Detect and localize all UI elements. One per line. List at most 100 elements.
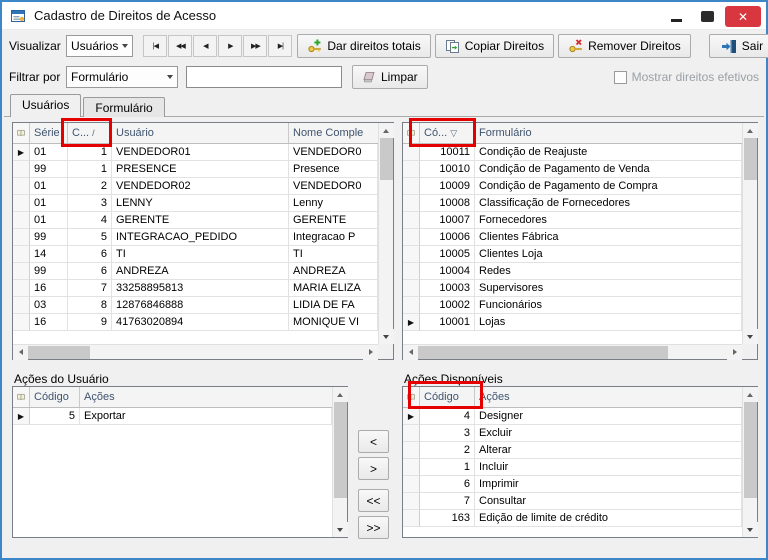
scroll-right-icon[interactable]: [727, 344, 742, 360]
user-row[interactable]: 03 8 12876846888 LIDIA DE FA: [13, 297, 378, 314]
nav-last-button[interactable]: ▶|: [268, 35, 293, 57]
limpar-button[interactable]: Limpar: [352, 65, 428, 89]
scroll-up-icon[interactable]: [332, 387, 348, 402]
copy-rights-button[interactable]: Copiar Direitos: [434, 34, 555, 58]
chevron-down-icon: [122, 44, 129, 48]
limpar-label: Limpar: [381, 70, 418, 84]
scroll-down-icon[interactable]: [742, 522, 758, 537]
horizontal-scrollbar[interactable]: [403, 344, 742, 360]
available-action-row[interactable]: 1 Incluir: [403, 459, 742, 476]
cell-codigo: 6: [68, 246, 112, 263]
toolbar: Visualizar Usuários |◀ ◀◀ ◀ ▶ ▶▶ ▶| Dar …: [2, 30, 768, 62]
nav-next-button[interactable]: ▶: [218, 35, 243, 57]
cell-codigo: 5: [30, 408, 80, 425]
col-header-codigo[interactable]: C... /: [68, 123, 112, 143]
scroll-up-icon[interactable]: [378, 123, 394, 138]
tab-formulario[interactable]: Formulário: [83, 97, 165, 117]
scroll-left-icon[interactable]: [13, 344, 28, 360]
form-row[interactable]: 10006 Clientes Fábrica: [403, 229, 742, 246]
cell-codigo: 10008: [420, 195, 475, 212]
vertical-scrollbar[interactable]: [332, 387, 348, 537]
exit-button[interactable]: Sair: [708, 34, 768, 58]
col-header-formulario[interactable]: Formulário: [475, 123, 742, 143]
scroll-down-icon[interactable]: [332, 522, 348, 537]
user-row[interactable]: 16 9 41763020894 MONIQUE VI: [13, 314, 378, 331]
cell-nome: TI: [289, 246, 378, 263]
scroll-up-icon[interactable]: [742, 123, 758, 138]
form-row[interactable]: 10007 Fornecedores: [403, 212, 742, 229]
nav-prev-button[interactable]: ◀: [193, 35, 218, 57]
vertical-scrollbar[interactable]: [742, 387, 758, 537]
move-left-button[interactable]: <: [358, 430, 389, 453]
available-action-row[interactable]: 7 Consultar: [403, 493, 742, 510]
col-header-nome[interactable]: Nome Comple: [289, 123, 378, 143]
scrollbar-thumb[interactable]: [743, 138, 757, 180]
col-header-usuario[interactable]: Usuário: [112, 123, 289, 143]
user-row[interactable]: 14 6 TI TI: [13, 246, 378, 263]
minimize-button[interactable]: [663, 7, 689, 27]
form-row[interactable]: 10005 Clientes Loja: [403, 246, 742, 263]
scroll-down-icon[interactable]: [742, 329, 758, 344]
remove-rights-button[interactable]: Remover Direitos: [558, 34, 691, 58]
user-row[interactable]: 99 1 PRESENCE Presence: [13, 161, 378, 178]
scrollbar-thumb[interactable]: [743, 402, 757, 498]
user-row[interactable]: 01 3 LENNY Lenny: [13, 195, 378, 212]
user-row[interactable]: 99 6 ANDREZA ANDREZA: [13, 263, 378, 280]
scroll-left-icon[interactable]: [403, 344, 418, 360]
move-all-right-button[interactable]: >>: [358, 516, 389, 539]
form-row[interactable]: ▶ 10001 Lojas: [403, 314, 742, 331]
maximize-button[interactable]: [694, 7, 720, 27]
form-row[interactable]: 10008 Classificação de Fornecedores: [403, 195, 742, 212]
horizontal-scrollbar[interactable]: [13, 344, 378, 360]
scroll-right-icon[interactable]: [363, 344, 378, 360]
scrollbar-thumb[interactable]: [418, 345, 668, 359]
move-right-button[interactable]: >: [358, 457, 389, 480]
user-action-row[interactable]: ▶ 5 Exportar: [13, 408, 332, 425]
available-action-row[interactable]: 2 Alterar: [403, 442, 742, 459]
form-row[interactable]: 10010 Condição de Pagamento de Venda: [403, 161, 742, 178]
cell-formulario: Redes: [475, 263, 742, 280]
user-row[interactable]: 01 4 GERENTE GERENTE: [13, 212, 378, 229]
col-header-serie[interactable]: Série: [30, 123, 68, 143]
effective-rights-checkbox[interactable]: [613, 70, 627, 84]
scrollbar-thumb[interactable]: [333, 402, 347, 498]
vertical-scrollbar[interactable]: [378, 123, 394, 344]
user-row[interactable]: 01 2 VENDEDOR02 VENDEDOR0: [13, 178, 378, 195]
col-header-acoes[interactable]: Ações: [80, 387, 332, 407]
nav-next-page-button[interactable]: ▶▶: [243, 35, 268, 57]
available-action-row[interactable]: ▶ 4 Designer: [403, 408, 742, 425]
view-combo[interactable]: Usuários: [66, 35, 134, 57]
scrollbar-thumb[interactable]: [379, 138, 393, 180]
nav-prev-page-button[interactable]: ◀◀: [168, 35, 193, 57]
nav-first-button[interactable]: |◀: [143, 35, 168, 57]
form-row[interactable]: 10004 Redes: [403, 263, 742, 280]
row-indicator: [403, 229, 420, 246]
user-row[interactable]: ▶ 01 1 VENDEDOR01 VENDEDOR0: [13, 144, 378, 161]
col-header-acoes[interactable]: Ações: [475, 387, 742, 407]
filter-combo[interactable]: Formulário: [66, 66, 178, 88]
available-action-row[interactable]: 6 Imprimir: [403, 476, 742, 493]
scroll-up-icon[interactable]: [742, 387, 758, 402]
available-action-row[interactable]: 163 Edição de limite de crédito: [403, 510, 742, 527]
grant-rights-button[interactable]: Dar direitos totais: [297, 34, 431, 58]
move-all-left-button[interactable]: <<: [358, 489, 389, 512]
col-header-codigo[interactable]: Código: [30, 387, 80, 407]
tab-usuarios[interactable]: Usuários: [10, 94, 82, 117]
scroll-down-icon[interactable]: [378, 329, 394, 344]
filtrar-label: Filtrar por: [9, 70, 61, 84]
cell-usuario: 12876846888: [112, 297, 289, 314]
form-row[interactable]: 10011 Condição de Reajuste: [403, 144, 742, 161]
cell-codigo: 9: [68, 314, 112, 331]
user-row[interactable]: 16 7 33258895813 MARIA ELIZA: [13, 280, 378, 297]
form-row[interactable]: 10009 Condição de Pagamento de Compra: [403, 178, 742, 195]
col-header-codigo[interactable]: Có... ▽: [420, 123, 475, 143]
available-action-row[interactable]: 3 Excluir: [403, 425, 742, 442]
vertical-scrollbar[interactable]: [742, 123, 758, 344]
col-header-codigo[interactable]: Código: [420, 387, 475, 407]
close-button[interactable]: ✕: [725, 6, 761, 27]
form-row[interactable]: 10002 Funcionários: [403, 297, 742, 314]
user-row[interactable]: 99 5 INTEGRACAO_PEDIDO Integracao P: [13, 229, 378, 246]
scrollbar-thumb[interactable]: [28, 345, 90, 359]
filter-input[interactable]: [186, 66, 342, 88]
form-row[interactable]: 10003 Supervisores: [403, 280, 742, 297]
